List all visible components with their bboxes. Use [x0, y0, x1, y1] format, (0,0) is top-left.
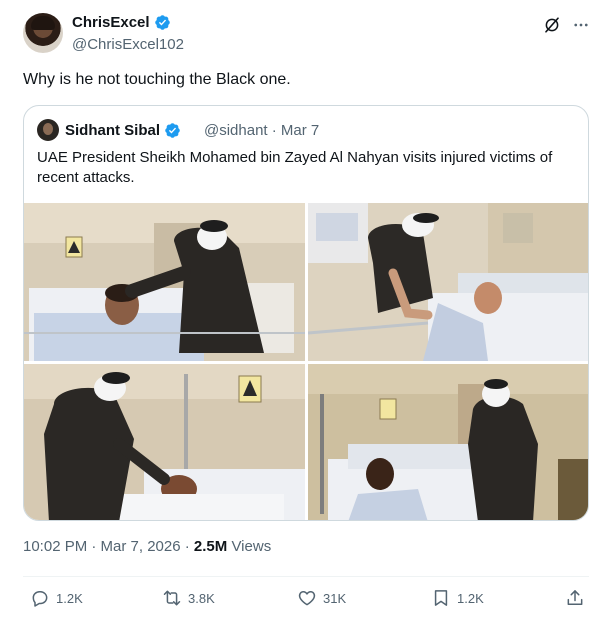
timestamp-views: 10:02 PM · Mar 7, 2026 · 2.5M Views [23, 538, 271, 555]
tweet: ChrisExcel @ChrisExcel102 Why is he not … [0, 0, 615, 621]
views-count[interactable]: 2.5M [194, 538, 227, 555]
tweet-text: Why is he not touching the Black one. [23, 71, 291, 88]
author-avatar[interactable] [23, 13, 63, 53]
photo-3[interactable] [24, 364, 305, 520]
quoted-handle-date[interactable]: @sidhant · Mar 7 [204, 122, 319, 139]
verified-badge-icon [165, 123, 180, 138]
author-name-row[interactable]: ChrisExcel [72, 14, 171, 31]
repost-button[interactable]: 3.8K [162, 588, 215, 608]
action-bar: 1.2K 3.8K 31K 1.2K [0, 588, 615, 612]
photo-4[interactable] [308, 364, 588, 520]
photo-grid [24, 203, 588, 520]
verified-badge-icon [154, 15, 170, 30]
bookmark-button[interactable]: 1.2K [431, 588, 484, 608]
quoted-tweet-text: UAE President Sheikh Mohamed bin Zayed A… [37, 149, 553, 186]
quoted-author-name[interactable]: Sidhant Sibal [65, 122, 160, 139]
timestamp[interactable]: 10:02 PM · Mar 7, 2026 · [23, 538, 194, 555]
author-handle[interactable]: @ChrisExcel102 [72, 36, 184, 53]
like-button[interactable]: 31K [297, 588, 346, 608]
quoted-author-name-row[interactable]: Sidhant Sibal [65, 122, 181, 139]
share-button[interactable] [565, 588, 585, 608]
quoted-author-avatar[interactable] [37, 119, 59, 141]
views-label: Views [227, 538, 272, 555]
photo-1[interactable] [24, 203, 305, 361]
quoted-tweet[interactable]: Sidhant Sibal @sidhant · Mar 7 UAE Presi… [23, 105, 589, 521]
reply-icon [32, 591, 48, 607]
like-count: 31K [323, 590, 347, 606]
photo-2[interactable] [308, 203, 588, 361]
reply-count: 1.2K [56, 590, 83, 606]
heart-icon [298, 591, 316, 606]
grok-icon[interactable] [543, 16, 561, 34]
repost-icon [163, 590, 181, 606]
author-display-name[interactable]: ChrisExcel [72, 14, 150, 31]
repost-count: 3.8K [188, 590, 215, 606]
more-options-icon[interactable] [572, 16, 590, 34]
bookmark-icon [434, 590, 448, 606]
share-icon [567, 590, 583, 605]
divider [23, 576, 589, 577]
reply-button[interactable]: 1.2K [30, 588, 83, 608]
bookmark-count: 1.2K [457, 590, 484, 606]
